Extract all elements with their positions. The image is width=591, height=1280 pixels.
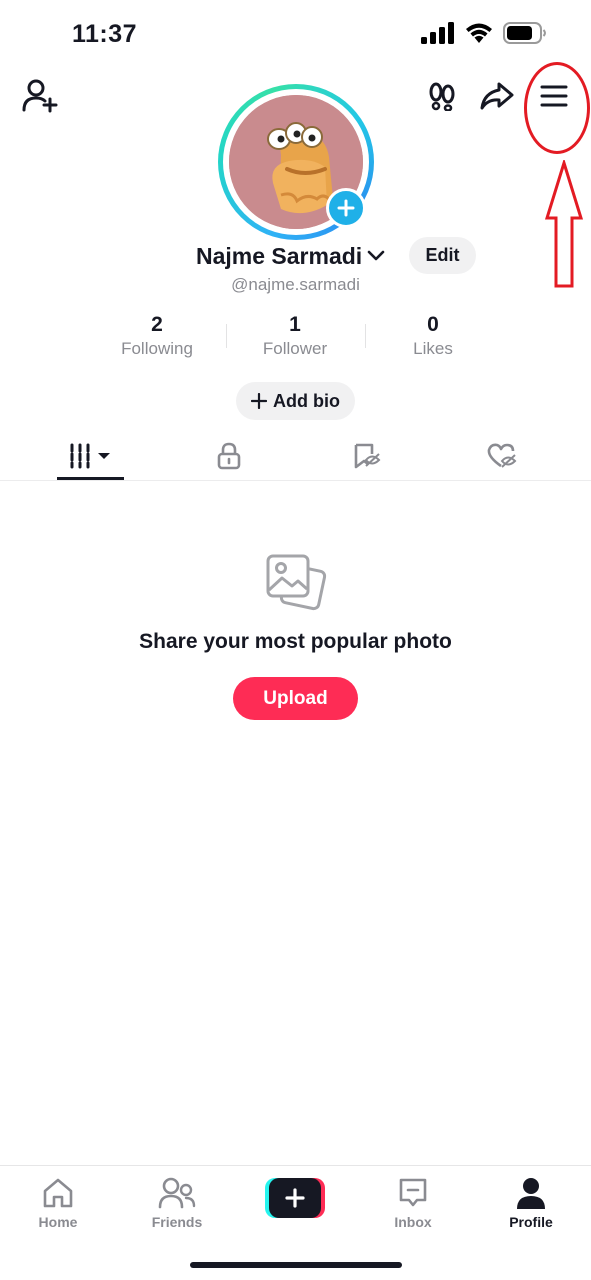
profile-name: Najme Sarmadi: [196, 242, 363, 269]
tab-videos[interactable]: [57, 434, 124, 478]
add-user-icon: [22, 79, 58, 113]
photos-icon: [266, 554, 327, 611]
stat-likes[interactable]: 0 Likes: [363, 313, 503, 359]
empty-state-title: Share your most popular photo: [139, 630, 452, 653]
create-plus-icon: [285, 1188, 305, 1208]
stat-label: Following: [121, 339, 193, 358]
stat-value: 2: [151, 313, 163, 336]
grid-icon: [70, 443, 110, 469]
stat-value: 0: [427, 313, 439, 336]
status-icons: [421, 22, 547, 44]
nav-profile[interactable]: Profile: [481, 1176, 581, 1230]
stat-label: Follower: [262, 339, 328, 358]
wifi-icon: [466, 23, 492, 43]
annotation-up-arrow: [544, 160, 584, 288]
edit-profile-button[interactable]: Edit: [409, 237, 476, 274]
cellular-signal-icon: [421, 22, 454, 44]
status-time: 11:37: [72, 20, 138, 48]
tab-liked[interactable]: [468, 434, 535, 478]
nav-label: Profile: [509, 1214, 553, 1230]
home-indicator: [190, 1262, 402, 1268]
status-bar: 11:37: [0, 0, 591, 70]
create-button[interactable]: [265, 1178, 325, 1218]
stat-follower[interactable]: 1 Follower: [225, 313, 365, 359]
stat-following[interactable]: 2 Following: [87, 313, 227, 359]
plus-icon: [337, 199, 355, 217]
tabs-divider: [0, 480, 591, 481]
stat-value: 1: [289, 313, 301, 336]
inbox-icon: [399, 1178, 427, 1207]
share-profile-button[interactable]: [478, 78, 516, 114]
share-icon: [480, 82, 514, 110]
lock-icon: [217, 442, 240, 470]
home-icon: [43, 1178, 73, 1208]
friends-icon: [158, 1177, 196, 1209]
nav-friends[interactable]: Friends: [127, 1176, 227, 1230]
bookmark-hidden-icon: [354, 443, 380, 469]
tab-private[interactable]: [195, 434, 262, 478]
plus-icon: [251, 393, 267, 409]
liked-hidden-icon: [487, 443, 516, 468]
profile-handle: @najme.sarmadi: [231, 275, 360, 294]
nav-label: Friends: [151, 1214, 203, 1230]
add-story-button[interactable]: [326, 188, 366, 228]
profile-icon: [517, 1178, 545, 1209]
tab-favorites[interactable]: [333, 434, 400, 478]
add-friend-button[interactable]: [20, 78, 60, 114]
nav-label: Home: [38, 1214, 78, 1230]
stat-label: Likes: [413, 339, 453, 358]
nav-label: Inbox: [394, 1214, 432, 1230]
chevron-down-icon: [367, 250, 385, 261]
add-bio-label: Add bio: [273, 390, 340, 411]
add-bio-button[interactable]: Add bio: [236, 382, 355, 420]
upload-button[interactable]: Upload: [233, 677, 358, 720]
nav-inbox[interactable]: Inbox: [363, 1176, 463, 1230]
annotation-ellipse: [524, 62, 590, 154]
profile-name-switcher[interactable]: Najme Sarmadi: [196, 240, 386, 272]
profile-views-button[interactable]: [424, 78, 460, 114]
battery-icon: [503, 22, 546, 44]
nav-home[interactable]: Home: [8, 1176, 108, 1230]
footprints-icon: [429, 82, 455, 111]
